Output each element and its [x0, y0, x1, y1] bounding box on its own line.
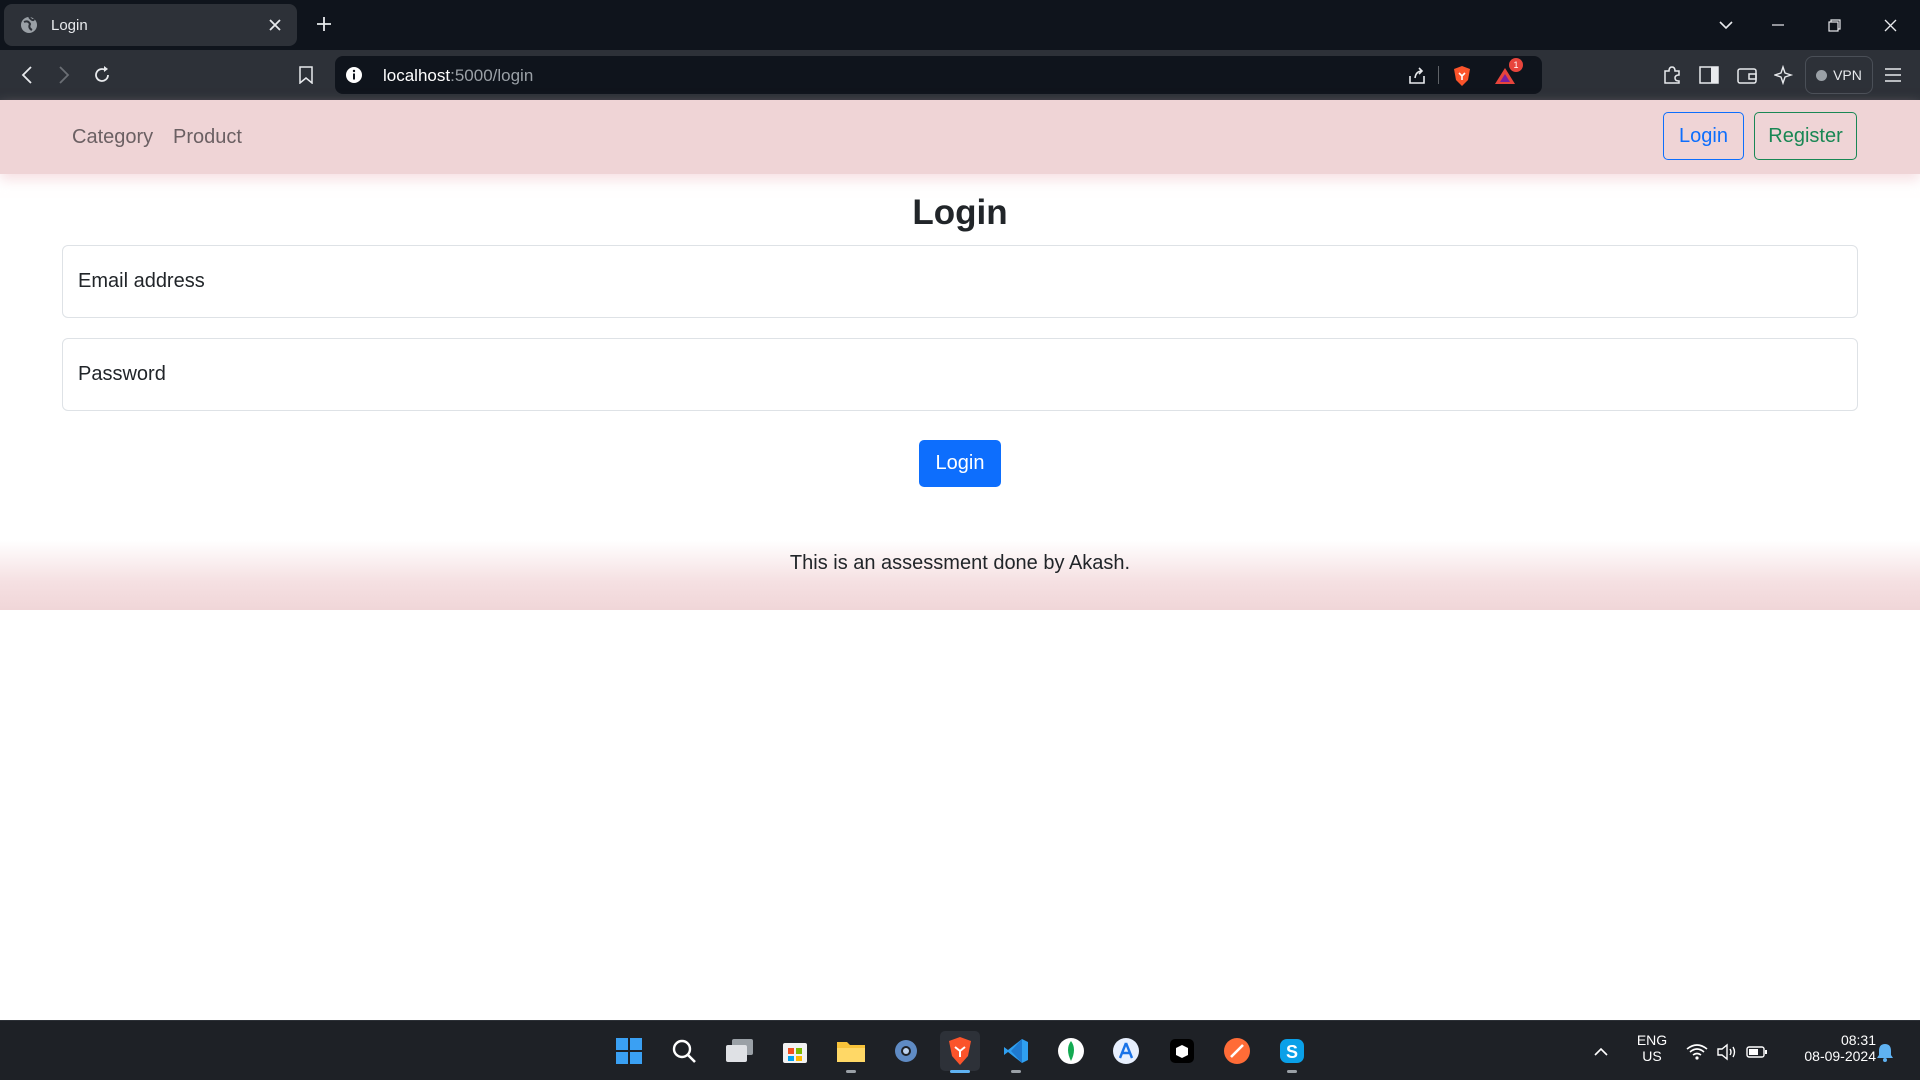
brave-browser-icon[interactable] — [940, 1031, 980, 1073]
browser-toolbar: localhost:5000/login 1 VPN — [0, 50, 1920, 100]
tab-title: Login — [51, 16, 88, 34]
skype-icon[interactable]: S — [1272, 1031, 1312, 1073]
taskbar: S ENG US 08:31 08-09-2024 — [0, 1020, 1920, 1080]
language-indicator[interactable]: ENG US — [1632, 1032, 1672, 1064]
menu-icon[interactable] — [1880, 62, 1906, 88]
nav-register-button[interactable]: Register — [1754, 112, 1857, 160]
vpn-status-icon — [1816, 69, 1828, 81]
email-input[interactable] — [63, 246, 1857, 317]
browser-tab[interactable]: Login — [4, 4, 297, 46]
active-indicator — [950, 1070, 970, 1073]
globe-icon — [20, 16, 38, 34]
reload-button[interactable] — [89, 62, 115, 88]
wifi-icon[interactable] — [1686, 1041, 1708, 1063]
footer: This is an assessment done by Akash. — [0, 540, 1920, 610]
login-submit-button[interactable]: Login — [919, 440, 1001, 487]
wallet-icon[interactable] — [1734, 62, 1760, 88]
new-tab-button[interactable] — [312, 12, 336, 36]
rewards-badge: 1 — [1509, 58, 1523, 72]
task-view-icon[interactable] — [720, 1031, 760, 1071]
battery-icon[interactable] — [1746, 1041, 1768, 1063]
web-page: Category Product Login Register Login Lo… — [0, 100, 1920, 1020]
search-icon[interactable] — [664, 1031, 704, 1071]
brave-shields-icon[interactable] — [1450, 64, 1474, 88]
tab-search-chevron-icon[interactable] — [1713, 12, 1739, 38]
close-tab-icon[interactable] — [265, 15, 285, 35]
language-line2: US — [1642, 1048, 1662, 1064]
clock-date: 08-09-2024 — [1804, 1048, 1876, 1064]
omnibox-separator — [1438, 66, 1439, 84]
sidebar-icon[interactable] — [1696, 62, 1722, 88]
clock-time: 08:31 — [1840, 1032, 1876, 1048]
address-bar[interactable]: localhost:5000/login 1 — [335, 56, 1542, 94]
site-info-icon[interactable] — [345, 66, 363, 84]
volume-icon[interactable] — [1716, 1041, 1738, 1063]
navbar: Category Product Login Register — [0, 100, 1920, 174]
mongodb-compass-icon[interactable] — [1051, 1031, 1091, 1071]
file-explorer-icon[interactable] — [831, 1031, 871, 1073]
brave-rewards-icon[interactable]: 1 — [1493, 58, 1523, 88]
browser-tab-strip: Login — [0, 0, 1920, 50]
password-field[interactable] — [62, 338, 1858, 411]
footer-text: This is an assessment done by Akash. — [789, 552, 1131, 574]
close-window-button[interactable] — [1877, 12, 1903, 38]
back-button[interactable] — [14, 62, 40, 88]
svg-text:S: S — [1286, 1042, 1298, 1062]
vpn-label: VPN — [1833, 67, 1862, 83]
vpn-button[interactable]: VPN — [1805, 56, 1873, 94]
extensions-icon[interactable] — [1659, 62, 1685, 88]
settings-icon[interactable] — [886, 1031, 926, 1071]
url-text[interactable]: localhost:5000/login — [383, 66, 533, 86]
postman-icon[interactable] — [1217, 1031, 1257, 1071]
password-input[interactable] — [63, 339, 1857, 410]
minimize-button[interactable] — [1765, 12, 1791, 38]
nav-login-button[interactable]: Login — [1663, 112, 1744, 160]
clock[interactable]: 08:31 08-09-2024 — [1780, 1032, 1876, 1064]
vscode-icon[interactable] — [996, 1031, 1036, 1073]
show-hidden-icons-chevron-icon[interactable] — [1590, 1041, 1612, 1063]
language-line1: ENG — [1636, 1032, 1668, 1048]
restore-button[interactable] — [1821, 12, 1847, 38]
forward-button[interactable] — [51, 62, 77, 88]
terminal-app-icon[interactable] — [1162, 1031, 1202, 1071]
running-indicator — [846, 1070, 856, 1073]
nav-link-product[interactable]: Product — [173, 126, 242, 149]
leo-ai-icon[interactable] — [1771, 62, 1797, 88]
microsoft-store-icon[interactable] — [775, 1031, 815, 1071]
app-installer-icon[interactable] — [1106, 1031, 1146, 1071]
nav-link-category[interactable]: Category — [72, 126, 153, 149]
email-field[interactable] — [62, 245, 1858, 318]
running-indicator — [1287, 1070, 1297, 1073]
share-icon[interactable] — [1405, 64, 1429, 88]
bookmark-icon[interactable] — [293, 62, 319, 88]
windows-start-icon[interactable] — [609, 1031, 649, 1071]
notification-bell-icon[interactable] — [1874, 1041, 1896, 1063]
page-title: Login — [912, 193, 1008, 232]
running-indicator — [1011, 1070, 1021, 1073]
